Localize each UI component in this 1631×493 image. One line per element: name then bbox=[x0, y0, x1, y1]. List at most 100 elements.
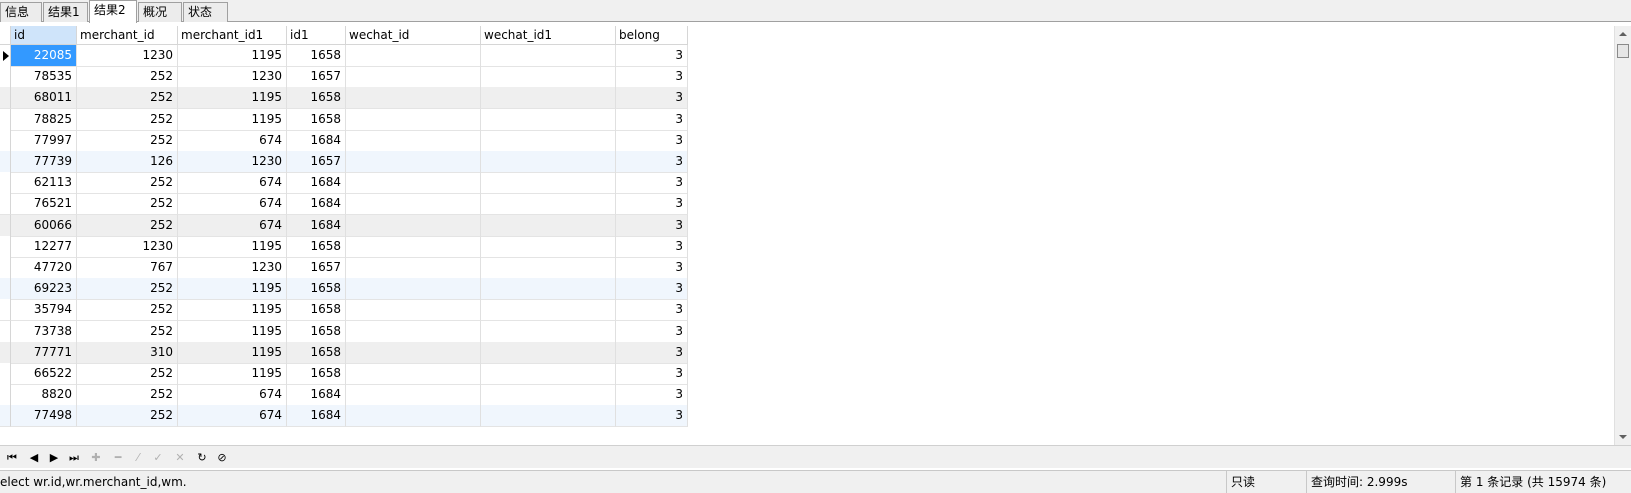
tab-status[interactable]: 状态 bbox=[183, 2, 228, 22]
cell-merchant-id1[interactable]: 1230 bbox=[178, 66, 287, 89]
cell-id[interactable]: 60066 bbox=[11, 214, 77, 237]
cell-wechat-id1[interactable] bbox=[481, 129, 616, 152]
cell-id[interactable]: 77498 bbox=[11, 405, 77, 428]
last-record-button[interactable]: ⏭ bbox=[66, 450, 82, 465]
table-row[interactable]: 73738 252 1195 1658 3 bbox=[0, 320, 688, 343]
cell-belong[interactable]: 3 bbox=[616, 214, 688, 237]
cell-wechat-id[interactable] bbox=[346, 299, 481, 322]
first-record-button[interactable]: ⏮ bbox=[4, 450, 20, 465]
cell-merchant-id[interactable]: 252 bbox=[77, 363, 178, 385]
cell-id[interactable]: 22085 bbox=[11, 45, 77, 67]
scroll-down-icon[interactable] bbox=[1619, 435, 1627, 439]
cell-merchant-id[interactable]: 767 bbox=[77, 257, 178, 279]
cell-merchant-id[interactable]: 252 bbox=[77, 384, 178, 407]
cell-id1[interactable]: 1658 bbox=[287, 235, 346, 258]
row-selector[interactable] bbox=[0, 405, 11, 428]
cell-merchant-id[interactable]: 1230 bbox=[77, 45, 178, 67]
cell-merchant-id[interactable]: 252 bbox=[77, 66, 178, 89]
table-row[interactable]: 12277 1230 1195 1658 3 bbox=[0, 235, 688, 258]
cell-merchant-id[interactable]: 252 bbox=[77, 405, 178, 428]
cell-wechat-id1[interactable] bbox=[481, 66, 616, 89]
tab-result-2[interactable]: 结果2 bbox=[89, 0, 137, 23]
scrollbar-thumb[interactable] bbox=[1617, 44, 1629, 58]
cell-id[interactable]: 76521 bbox=[11, 193, 77, 216]
table-row[interactable]: 77771 310 1195 1658 3 bbox=[0, 341, 688, 364]
cell-merchant-id[interactable]: 310 bbox=[77, 341, 178, 364]
table-row[interactable]: 35794 252 1195 1658 3 bbox=[0, 299, 688, 322]
cell-wechat-id1[interactable] bbox=[481, 384, 616, 407]
cell-id1[interactable]: 1658 bbox=[287, 363, 346, 385]
cell-merchant-id1[interactable]: 1195 bbox=[178, 278, 287, 301]
cell-belong[interactable]: 3 bbox=[616, 193, 688, 216]
cell-merchant-id[interactable]: 252 bbox=[77, 299, 178, 322]
row-selector[interactable] bbox=[0, 320, 11, 343]
cell-merchant-id[interactable]: 1230 bbox=[77, 235, 178, 258]
cell-wechat-id1[interactable] bbox=[481, 214, 616, 237]
cell-wechat-id1[interactable] bbox=[481, 45, 616, 67]
cell-merchant-id1[interactable]: 1195 bbox=[178, 45, 287, 67]
cell-wechat-id[interactable] bbox=[346, 108, 481, 131]
result-grid[interactable]: id merchant_id merchant_id1 id1 wechat_i… bbox=[0, 26, 1614, 445]
cell-belong[interactable]: 3 bbox=[616, 278, 688, 301]
row-selector[interactable] bbox=[0, 363, 11, 385]
cell-wechat-id1[interactable] bbox=[481, 151, 616, 173]
cell-merchant-id1[interactable]: 674 bbox=[178, 129, 287, 152]
cell-wechat-id1[interactable] bbox=[481, 299, 616, 322]
cell-id1[interactable]: 1684 bbox=[287, 384, 346, 407]
row-selector[interactable] bbox=[0, 87, 11, 110]
cell-merchant-id1[interactable]: 1195 bbox=[178, 87, 287, 110]
cell-id1[interactable]: 1658 bbox=[287, 320, 346, 343]
cell-wechat-id[interactable] bbox=[346, 87, 481, 110]
cell-id1[interactable]: 1658 bbox=[287, 341, 346, 364]
column-header-belong[interactable]: belong bbox=[616, 26, 688, 45]
cell-merchant-id1[interactable]: 674 bbox=[178, 214, 287, 237]
table-row[interactable]: 22085 1230 1195 1658 3 bbox=[0, 45, 688, 67]
cell-id[interactable]: 68011 bbox=[11, 87, 77, 110]
add-record-button[interactable]: ✚ bbox=[88, 450, 104, 465]
cell-wechat-id[interactable] bbox=[346, 257, 481, 279]
table-row[interactable]: 8820 252 674 1684 3 bbox=[0, 384, 688, 407]
table-row[interactable]: 76521 252 674 1684 3 bbox=[0, 193, 688, 216]
table-row[interactable]: 69223 252 1195 1658 3 bbox=[0, 278, 688, 301]
cell-id[interactable]: 77997 bbox=[11, 129, 77, 152]
header-corner[interactable] bbox=[0, 26, 11, 45]
cell-id[interactable]: 77771 bbox=[11, 341, 77, 364]
tab-result-1[interactable]: 结果1 bbox=[43, 2, 88, 22]
cell-belong[interactable]: 3 bbox=[616, 257, 688, 279]
cell-belong[interactable]: 3 bbox=[616, 66, 688, 89]
cell-wechat-id1[interactable] bbox=[481, 172, 616, 195]
tab-overview[interactable]: 概况 bbox=[138, 2, 182, 22]
column-header-id1[interactable]: id1 bbox=[287, 26, 346, 45]
cell-id[interactable]: 78825 bbox=[11, 108, 77, 131]
cell-belong[interactable]: 3 bbox=[616, 45, 688, 67]
cell-belong[interactable]: 3 bbox=[616, 87, 688, 110]
cell-wechat-id1[interactable] bbox=[481, 405, 616, 428]
cell-wechat-id[interactable] bbox=[346, 235, 481, 258]
cell-wechat-id[interactable] bbox=[346, 129, 481, 152]
cell-belong[interactable]: 3 bbox=[616, 405, 688, 428]
cell-wechat-id[interactable] bbox=[346, 193, 481, 216]
row-selector[interactable] bbox=[0, 172, 11, 195]
refresh-button[interactable]: ↻ bbox=[194, 450, 210, 465]
cell-wechat-id[interactable] bbox=[346, 172, 481, 195]
cell-wechat-id1[interactable] bbox=[481, 278, 616, 301]
discard-changes-button[interactable]: ✕ bbox=[172, 450, 188, 465]
row-selector[interactable] bbox=[0, 384, 11, 407]
cell-merchant-id[interactable]: 252 bbox=[77, 87, 178, 110]
cell-wechat-id[interactable] bbox=[346, 363, 481, 385]
column-header-merchant-id1[interactable]: merchant_id1 bbox=[178, 26, 287, 45]
cell-merchant-id1[interactable]: 1195 bbox=[178, 341, 287, 364]
cell-wechat-id[interactable] bbox=[346, 278, 481, 301]
cell-id[interactable]: 8820 bbox=[11, 384, 77, 407]
cell-merchant-id1[interactable]: 1195 bbox=[178, 363, 287, 385]
cell-merchant-id1[interactable]: 674 bbox=[178, 384, 287, 407]
row-selector[interactable] bbox=[0, 235, 11, 258]
cell-belong[interactable]: 3 bbox=[616, 235, 688, 258]
row-selector[interactable] bbox=[0, 257, 11, 279]
cell-wechat-id1[interactable] bbox=[481, 87, 616, 110]
cell-wechat-id[interactable] bbox=[346, 341, 481, 364]
cell-id1[interactable]: 1684 bbox=[287, 172, 346, 195]
table-row[interactable]: 78825 252 1195 1658 3 bbox=[0, 108, 688, 131]
cell-id[interactable]: 66522 bbox=[11, 363, 77, 385]
cell-id1[interactable]: 1657 bbox=[287, 66, 346, 89]
